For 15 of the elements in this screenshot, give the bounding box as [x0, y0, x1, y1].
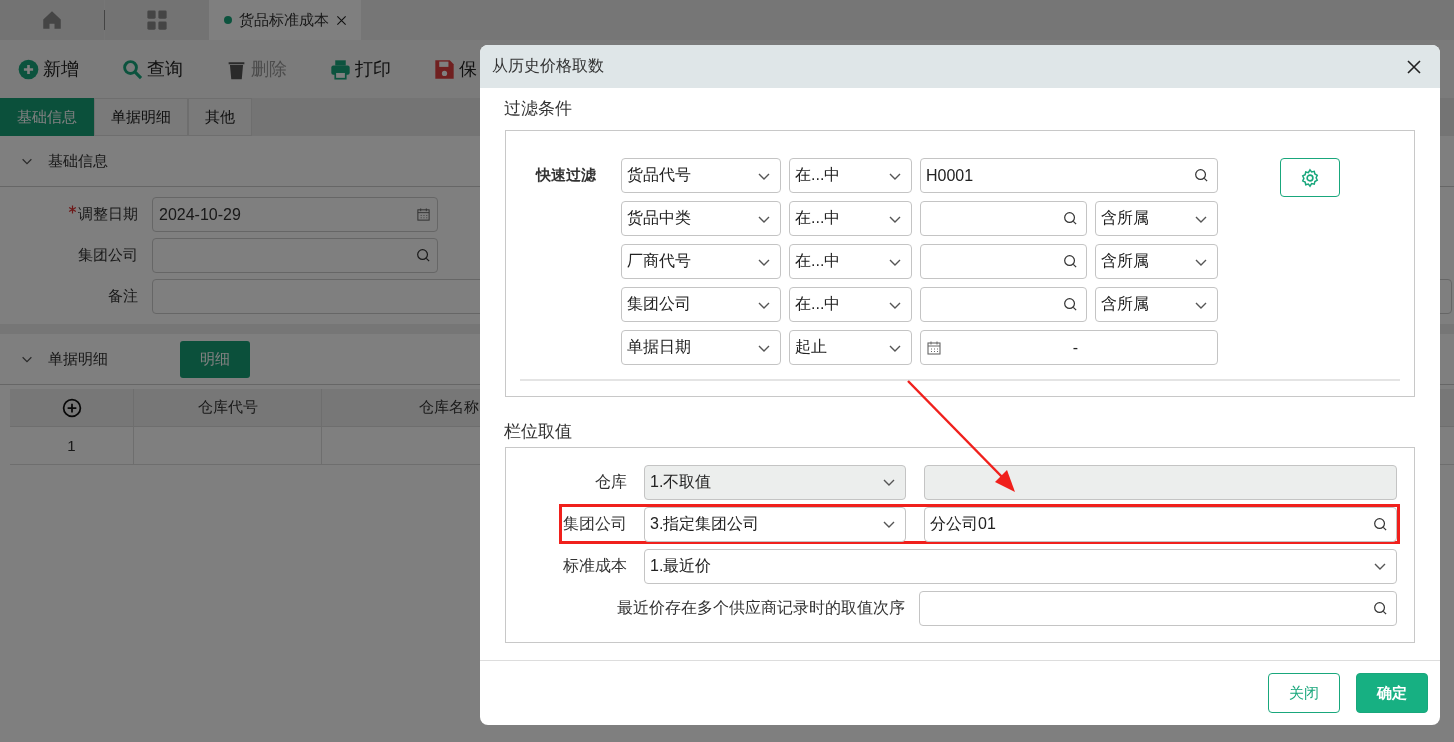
section-title: 单据明细 [48, 349, 108, 369]
tab-label: 货品标准成本 [238, 10, 329, 30]
field-label: 集团公司 [562, 513, 628, 534]
section-title: 过滤条件 [503, 98, 573, 120]
dialog-title: 从历史价格取数 [492, 56, 604, 76]
field-label: 集团公司 [77, 246, 139, 265]
filter-label: 快速过滤 [534, 165, 597, 185]
row-number: 1 [10, 427, 134, 464]
field-label: 仓库 [594, 471, 628, 492]
column-header: 仓库代号 [134, 389, 322, 426]
field-label: 最近价存在多个供应商记录时的取值次序 [616, 597, 906, 618]
field-label: 备注 [107, 287, 139, 306]
field-label: 标准成本 [562, 555, 628, 576]
section-title: 基础信息 [48, 151, 108, 171]
field-label: 调整日期 [0, 205, 152, 224]
